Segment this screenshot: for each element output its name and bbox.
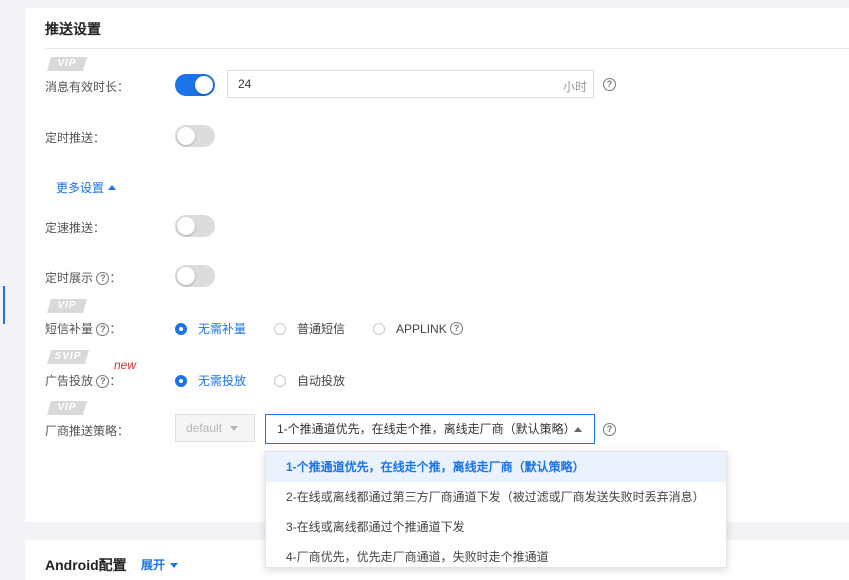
toggle-knob [195, 76, 213, 94]
validity-unit: 小时 [562, 80, 587, 94]
vendor-strategy-value: 1-个推通道优先，在线走个推，离线走厂商（默认策略） [277, 422, 572, 436]
vip-badge: VIP [47, 299, 87, 313]
section-title: 推送设置 [45, 21, 101, 37]
validity-input-box: 小时 [227, 70, 594, 98]
applink-help-icon[interactable]: ? [450, 322, 464, 335]
vip-badge: VIP [47, 57, 87, 71]
vendor-strategy-help-icon[interactable]: ? [603, 423, 616, 436]
scheduled-display-text: 定时展示 [45, 271, 94, 285]
validity-toggle[interactable] [175, 74, 215, 96]
sms-radio-group: 无需补量 普通短信 APPLINK ? [175, 320, 491, 337]
sms-option-label: APPLINK [396, 321, 447, 336]
scheduled-push-toggle[interactable] [175, 125, 215, 147]
more-settings-link[interactable]: 更多设置 [56, 179, 117, 196]
svip-badge: SVIP [47, 350, 89, 364]
sms-option-none[interactable]: 无需补量 [175, 320, 246, 337]
chevron-down-icon [170, 563, 179, 569]
vendor-strategy-dropdown: 1-个推通道优先，在线走个推，离线走厂商（默认策略） 2-在线或离线都通过第三方… [265, 451, 727, 568]
toggle-knob [177, 127, 195, 145]
new-tag: new [114, 358, 137, 372]
default-select-value: default [186, 421, 223, 435]
sms-label-text: 短信补量 [45, 322, 94, 336]
ads-option-none[interactable]: 无需投放 [175, 372, 246, 389]
radio-icon [274, 322, 287, 335]
radio-icon [274, 374, 287, 387]
sms-option-normal[interactable]: 普通短信 [274, 320, 345, 337]
sms-option-applink[interactable]: APPLINK ? [373, 321, 464, 336]
more-settings-label: 更多设置 [56, 181, 105, 195]
validity-label: 消息有效时长： [45, 80, 130, 94]
sms-option-label: 无需补量 [198, 322, 247, 336]
scheduled-display-help-icon[interactable]: ? [96, 272, 110, 286]
android-expand-label: 展开 [141, 558, 166, 572]
validity-help-icon[interactable]: ? [603, 78, 616, 91]
push-settings-card: 推送设置 VIP 消息有效时长： 小时 ? 定时推送： 更多设置 定速推送： 定… [25, 8, 849, 522]
dropdown-option[interactable]: 1-个推通道优先，在线走个推，离线走厂商（默认策略） [266, 452, 726, 482]
ads-help-icon[interactable]: ? [96, 375, 110, 389]
ads-option-label: 自动投放 [297, 374, 346, 388]
sms-option-label: 普通短信 [297, 322, 346, 336]
scheduled-display-toggle[interactable] [175, 265, 215, 287]
vip-badge: VIP [47, 401, 87, 415]
left-nav-indicator [3, 286, 5, 324]
radio-checked-icon [175, 374, 187, 387]
rate-push-toggle[interactable] [175, 215, 215, 237]
sms-label: 短信补量 ?： [45, 320, 121, 337]
rate-push-label: 定速推送： [45, 221, 106, 235]
toggle-knob [177, 217, 195, 235]
radio-icon [373, 322, 386, 335]
sms-help-icon[interactable]: ? [96, 323, 110, 337]
chevron-up-icon [574, 427, 582, 432]
vendor-strategy-select[interactable]: 1-个推通道优先，在线走个推，离线走厂商（默认策略） [265, 414, 595, 444]
caret-up-icon [108, 185, 117, 191]
section-divider [45, 48, 849, 49]
label-colon: ： [109, 271, 122, 285]
android-config-title: Android配置 [45, 557, 127, 573]
radio-checked-icon [175, 322, 187, 335]
scheduled-display-label: 定时展示 ?： [45, 269, 121, 286]
dropdown-option[interactable]: 2-在线或离线都通过第三方厂商通道下发（被过滤或厂商发送失败时丢弃消息） [266, 482, 726, 512]
validity-hours-input[interactable] [238, 71, 538, 97]
label-colon: ： [109, 322, 122, 336]
toggle-knob [177, 267, 195, 285]
chevron-down-icon [230, 426, 239, 432]
dropdown-option[interactable]: 4-厂商优先，优先走厂商通道，失败时走个推通道 [266, 542, 726, 567]
ads-option-auto[interactable]: 自动投放 [274, 372, 345, 389]
ads-label: 广告投放 ?： [45, 372, 121, 389]
ads-label-text: 广告投放 [45, 374, 94, 388]
vendor-strategy-label: 厂商推送策略： [45, 424, 130, 438]
ads-option-label: 无需投放 [198, 374, 247, 388]
default-select[interactable]: default [175, 414, 255, 442]
label-colon: ： [109, 374, 122, 388]
scheduled-push-label: 定时推送： [45, 131, 106, 145]
dropdown-option[interactable]: 3-在线或离线都通过个推通道下发 [266, 512, 726, 542]
ads-radio-group: 无需投放 自动投放 [175, 372, 373, 389]
android-expand-link[interactable]: 展开 [141, 556, 179, 573]
